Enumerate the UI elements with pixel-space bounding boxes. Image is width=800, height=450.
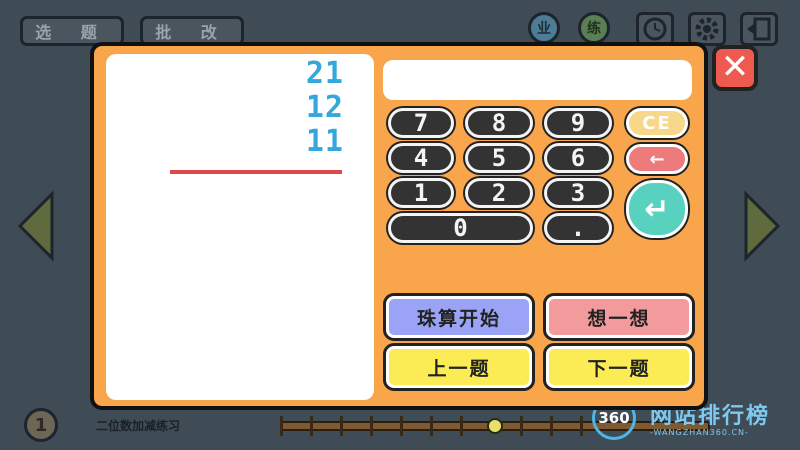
clock-icon bbox=[643, 17, 667, 41]
key-decimal[interactable]: . bbox=[544, 213, 612, 243]
exit-button[interactable] bbox=[740, 12, 778, 46]
key-8[interactable]: 8 bbox=[465, 108, 533, 138]
slider-tick bbox=[370, 416, 373, 436]
enter-icon: ↵ bbox=[644, 191, 670, 227]
slider-tick bbox=[310, 416, 313, 436]
next-page-arrow-icon[interactable] bbox=[742, 190, 782, 262]
key-0[interactable]: 0 bbox=[388, 213, 533, 243]
backspace-arrow-icon: ← bbox=[649, 148, 665, 170]
key-1[interactable]: 1 bbox=[388, 178, 454, 208]
enter-button[interactable]: ↵ bbox=[626, 180, 688, 238]
clock-button[interactable] bbox=[636, 12, 674, 46]
slider-tick bbox=[430, 416, 433, 436]
sum-line bbox=[170, 170, 342, 174]
problem-work-area: 21 12 11 bbox=[106, 54, 374, 400]
problem-operand-1: 21 bbox=[305, 56, 344, 91]
problem-operand-2: 12 bbox=[305, 90, 344, 125]
slider-tick bbox=[580, 416, 583, 436]
key-3[interactable]: 3 bbox=[544, 178, 612, 208]
watermark-subtitle: -WANGZHAN360.CN- bbox=[650, 428, 749, 437]
key-2[interactable]: 2 bbox=[465, 178, 533, 208]
question-number-badge: 1 bbox=[24, 408, 58, 442]
previous-page-arrow-icon[interactable] bbox=[16, 190, 56, 262]
practice-circle-button[interactable]: 练 bbox=[578, 12, 610, 44]
gear-icon bbox=[695, 17, 719, 41]
abacus-start-button[interactable]: 珠算开始 bbox=[386, 296, 532, 338]
slider-knob[interactable] bbox=[487, 418, 503, 434]
settings-button[interactable] bbox=[688, 12, 726, 46]
slider-tick bbox=[550, 416, 553, 436]
previous-question-button[interactable]: 上一题 bbox=[386, 346, 532, 388]
slider-tick bbox=[340, 416, 343, 436]
backspace-button[interactable]: ← bbox=[626, 144, 688, 174]
exit-icon bbox=[747, 17, 771, 41]
problem-operand-3: 11 bbox=[305, 124, 344, 159]
answer-display bbox=[383, 60, 692, 100]
slider-tick bbox=[460, 416, 463, 436]
slider-tick bbox=[520, 416, 523, 436]
slider-tick bbox=[280, 416, 283, 436]
exercise-title: 二位数加减练习 bbox=[96, 419, 181, 433]
close-icon: ✕ bbox=[720, 47, 750, 87]
key-4[interactable]: 4 bbox=[388, 143, 454, 173]
slider-tick bbox=[400, 416, 403, 436]
key-9[interactable]: 9 bbox=[544, 108, 612, 138]
think-button[interactable]: 想一想 bbox=[546, 296, 692, 338]
next-question-button[interactable]: 下一题 bbox=[546, 346, 692, 388]
key-5[interactable]: 5 bbox=[465, 143, 533, 173]
close-button[interactable]: ✕ bbox=[712, 45, 758, 91]
key-6[interactable]: 6 bbox=[544, 143, 612, 173]
clear-entry-button[interactable]: CE bbox=[626, 108, 688, 138]
homework-circle-button[interactable]: 业 bbox=[528, 12, 560, 44]
key-7[interactable]: 7 bbox=[388, 108, 454, 138]
